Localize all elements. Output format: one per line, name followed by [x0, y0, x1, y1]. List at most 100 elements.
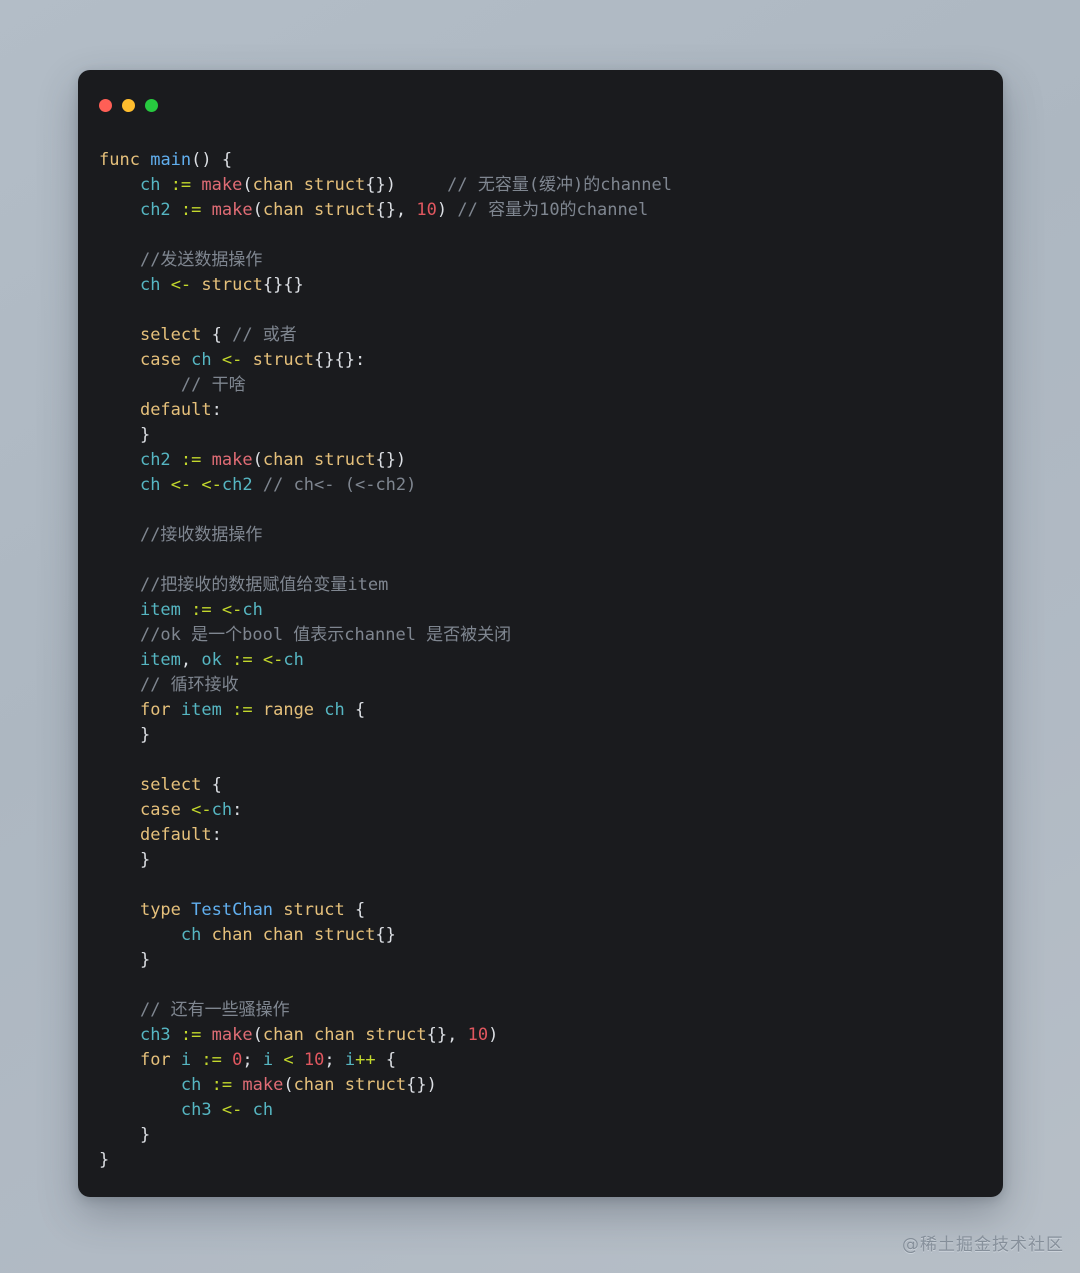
code-token-pun [99, 250, 140, 270]
code-line: ch3 := make(chan chan struct{}, 10) [99, 1023, 1003, 1048]
code-token-kw: case [139, 350, 181, 370]
code-token-pun: {}, [375, 200, 417, 220]
code-token-pun: {}{}: [314, 350, 366, 370]
code-token-op: := [180, 1025, 202, 1045]
code-token-op: := [232, 650, 253, 670]
code-line: item := <-ch [99, 598, 1003, 623]
code-token-pun [160, 175, 170, 195]
code-token-num: 0 [232, 1050, 243, 1070]
code-token-pun [232, 1075, 242, 1095]
code-token-op: := [191, 600, 212, 620]
code-token-pun [253, 700, 263, 720]
code-token-pun: { [344, 900, 366, 920]
code-token-bi: make [211, 450, 253, 470]
code-token-pun [99, 650, 140, 670]
code-token-pun [273, 1050, 283, 1070]
code-line: ch chan chan struct{} [99, 923, 1003, 948]
code-token-pun [99, 375, 181, 395]
code-token-ty: chan struct [262, 200, 376, 220]
code-token-pun [99, 275, 140, 295]
code-line: ch := make(chan struct{}) // 无容量(缓冲)的cha… [99, 173, 1003, 198]
code-line: } [99, 1123, 1003, 1148]
code-line: } [99, 848, 1003, 873]
code-line: case ch <- struct{}{}: [99, 348, 1003, 373]
code-token-op: := [170, 175, 192, 195]
code-token-pun [99, 1025, 140, 1045]
code-token-kw: type [139, 900, 181, 920]
code-line: } [99, 423, 1003, 448]
code-token-pun: ) [488, 1025, 499, 1045]
code-token-pun [222, 1050, 232, 1070]
code-line: // 干啥 [99, 373, 1003, 398]
code-token-ty: struct [252, 350, 315, 370]
code-token-pun [201, 925, 211, 945]
window-title-bar[interactable] [78, 70, 1003, 126]
code-token-pun: { [375, 1050, 397, 1070]
code-token-cm: // 干啥 [180, 375, 246, 395]
code-token-pun [181, 350, 191, 370]
code-token-pun [171, 700, 181, 720]
code-token-pun: { [201, 775, 222, 795]
code-token-pun [99, 175, 140, 195]
close-window-button[interactable] [99, 99, 112, 112]
code-line: ch <- <-ch2 // ch<- (<-ch2) [99, 473, 1003, 498]
code-token-op: := [180, 200, 202, 220]
code-token-var: i [344, 1050, 356, 1070]
code-token-num: 10 [467, 1025, 489, 1045]
code-token-pun [191, 175, 201, 195]
code-token-var: ch2 [221, 475, 253, 495]
code-token-var: i [262, 1050, 274, 1070]
code-token-kw: case [139, 800, 181, 820]
code-token-pun: } [99, 850, 151, 870]
code-token-pun [253, 650, 263, 670]
code-token-cm: //ok 是一个bool 值表示channel 是否被关闭 [139, 625, 512, 645]
code-token-pun [140, 150, 150, 170]
code-token-op: ++ [355, 1050, 376, 1070]
code-token-ty: struct [201, 275, 263, 295]
code-content[interactable]: func main() { ch := make(chan struct{}) … [99, 148, 1003, 1173]
code-line: //接收数据操作 [99, 523, 1003, 548]
code-token-pun: ( [252, 200, 263, 220]
code-token-pun [242, 1100, 252, 1120]
code-line: func main() { [99, 148, 1003, 173]
code-token-pun: ( [242, 175, 253, 195]
code-token-pun [99, 450, 140, 470]
code-token-op: := [180, 450, 202, 470]
code-line: //把接收的数据赋值给变量item [99, 573, 1003, 598]
code-token-pun: { [201, 325, 222, 345]
code-token-pun [99, 700, 140, 720]
maximize-window-button[interactable] [145, 99, 158, 112]
code-token-pun [181, 900, 191, 920]
code-token-pun [99, 1000, 140, 1020]
code-token-pun [160, 475, 170, 495]
code-token-pun: } [99, 725, 151, 745]
code-token-op: <- [221, 600, 243, 620]
code-token-pun: {}) [375, 450, 407, 470]
code-token-var: item [139, 600, 181, 620]
code-token-pun [99, 600, 140, 620]
code-token-op: := [211, 1075, 233, 1095]
code-token-pun [181, 800, 191, 820]
code-token-ty: chan struct [252, 175, 366, 195]
code-line: type TestChan struct { [99, 898, 1003, 923]
code-line: ch2 := make(chan struct{}, 10) // 容量为10的… [99, 198, 1003, 223]
code-token-op: <- [221, 1100, 243, 1120]
code-token-pun: ( [252, 1025, 263, 1045]
code-token-pun [99, 925, 181, 945]
code-token-ty: chan chan struct [211, 925, 376, 945]
code-token-pun: } [99, 1125, 151, 1145]
code-token-pun [222, 650, 232, 670]
code-token-var: ch [324, 700, 345, 720]
code-token-var: ch [139, 175, 161, 195]
code-line: case <-ch: [99, 798, 1003, 823]
code-token-kw: select [139, 775, 202, 795]
code-token-ty: chan struct [293, 1075, 407, 1095]
code-token-kw: func [99, 150, 140, 170]
code-token-var: ch [180, 925, 202, 945]
code-token-var: i [180, 1050, 192, 1070]
code-token-kw: range [262, 700, 315, 720]
code-token-var: item [180, 700, 222, 720]
minimize-window-button[interactable] [122, 99, 135, 112]
code-token-pun: {} [375, 925, 396, 945]
